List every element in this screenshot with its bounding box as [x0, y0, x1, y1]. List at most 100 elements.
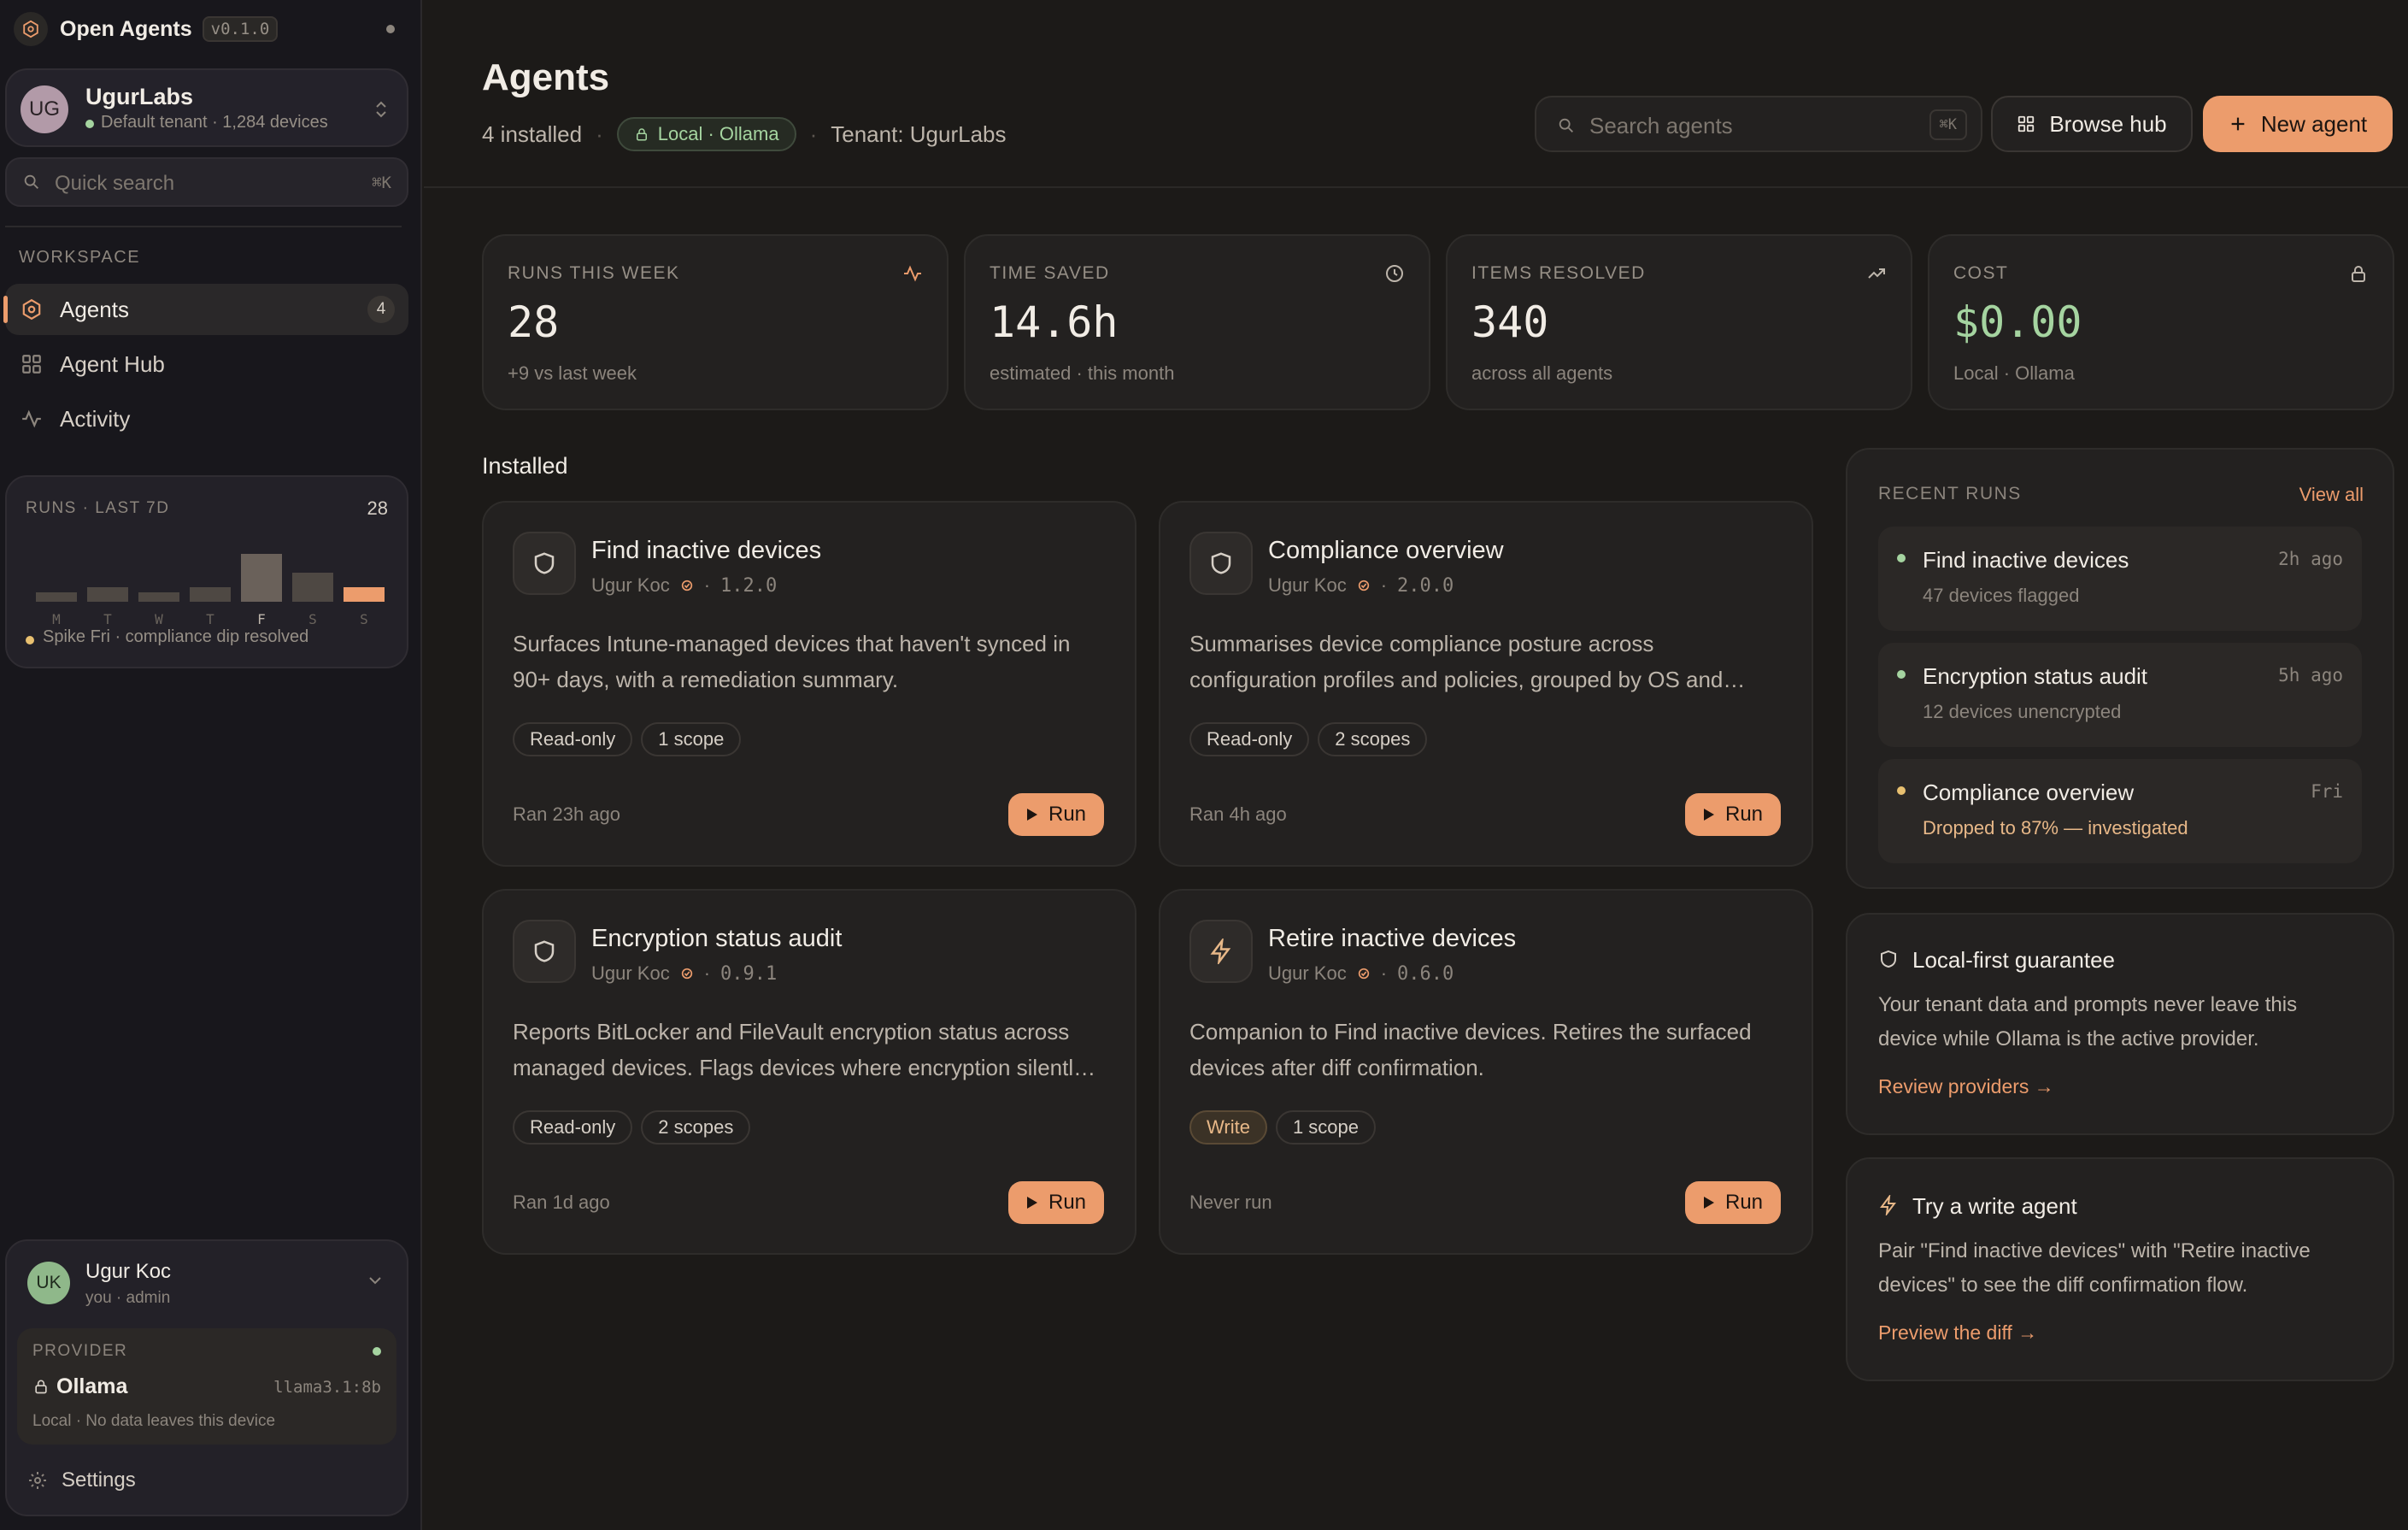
recent-run-item[interactable]: Compliance overview Dropped to 87% — inv…	[1878, 759, 2362, 863]
review-providers-link[interactable]: Review providers →	[1878, 1075, 2054, 1098]
sidebar-item-agents[interactable]: Agents 4	[3, 284, 408, 335]
browse-hub-button[interactable]: Browse hub	[1991, 96, 2193, 152]
preview-diff-link[interactable]: Preview the diff →	[1878, 1321, 2037, 1345]
user-role: you · admin	[85, 1289, 171, 1307]
stat-value: $0.00	[1953, 297, 2082, 347]
workspace-avatar: UG	[21, 85, 68, 133]
tag-scope: 2 scopes	[641, 1110, 751, 1145]
divider	[5, 226, 402, 227]
runs-widget-total: 28	[367, 497, 388, 519]
stat-sub: Local · Ollama	[1953, 362, 2075, 384]
agent-card-encryption[interactable]: Encryption status audit Ugur Koc · 0.9.1…	[482, 889, 1136, 1255]
provider-label: PROVIDER	[32, 1342, 128, 1360]
agent-author: Ugur Koc	[1268, 962, 1347, 984]
search-icon	[22, 173, 41, 191]
agent-last-run: Ran 1d ago	[513, 1192, 610, 1213]
agent-card-retire-inactive[interactable]: Retire inactive devices Ugur Koc · 0.6.0…	[1159, 889, 1813, 1255]
agent-version: 0.6.0	[1397, 962, 1454, 985]
run-title: Compliance overview	[1923, 780, 2135, 805]
runs-day-label: T	[206, 611, 214, 627]
search-icon	[1557, 116, 1576, 135]
user-avatar: UK	[27, 1262, 70, 1304]
user-panel: UK Ugur Koc you · admin PROVIDER Ollama …	[5, 1239, 408, 1516]
lock-icon	[634, 127, 649, 142]
runs-bar	[292, 573, 333, 602]
installed-count: 4 installed	[482, 121, 583, 147]
runs-widget: RUNS · LAST 7D 28 M T W T F S S Spike Fri · co…	[5, 475, 408, 668]
clock-icon	[1384, 263, 1405, 284]
agent-card-find-inactive[interactable]: Find inactive devices Ugur Koc · 1.2.0 S…	[482, 501, 1136, 867]
activity-icon	[21, 408, 43, 430]
settings-button[interactable]: Settings	[27, 1462, 386, 1499]
quick-search[interactable]: Quick search ⌘K	[5, 157, 408, 207]
stat-sub: +9 vs last week	[508, 362, 637, 384]
agent-version: 2.0.0	[1397, 574, 1454, 597]
workspace-subtitle: Default tenant · 1,284 devices	[101, 113, 328, 132]
agent-title: Encryption status audit	[591, 925, 843, 952]
runs-widget-note: Spike Fri · compliance dip resolved	[43, 627, 309, 646]
status-dot	[386, 25, 395, 33]
run-status-dot	[1897, 786, 1906, 795]
grid-icon	[2017, 115, 2035, 133]
plus-icon	[2229, 115, 2247, 133]
search-agents[interactable]: Search agents ⌘K	[1535, 96, 1982, 152]
grid-icon	[21, 353, 43, 375]
settings-label: Settings	[62, 1468, 136, 1492]
agent-tags: Read-only 2 scopes	[1189, 722, 1436, 756]
sidebar-item-label: Agents	[60, 296, 129, 322]
search-shortcut: ⌘K	[1929, 109, 1967, 140]
tag-scope: 2 scopes	[1318, 722, 1428, 756]
provider-card[interactable]: PROVIDER Ollama llama3.1:8b Local · No d…	[17, 1328, 396, 1445]
provider-status-dot	[373, 1347, 381, 1356]
runs-bar	[138, 592, 179, 602]
agent-author: Ugur Koc	[591, 962, 670, 984]
runs-widget-label: RUNS · LAST 7D	[26, 499, 170, 517]
run-time: 5h ago	[2278, 665, 2343, 686]
run-label: Run	[1048, 803, 1087, 826]
chevron-updown-icon	[374, 99, 388, 120]
guarantee-card: Local-first guarantee Your tenant data a…	[1846, 913, 2394, 1135]
active-indicator	[3, 296, 8, 323]
quick-search-shortcut: ⌘K	[372, 174, 391, 192]
recent-run-item[interactable]: Encryption status audit 12 devices unenc…	[1878, 643, 2362, 747]
verified-icon	[680, 967, 694, 980]
agent-card-compliance[interactable]: Compliance overview Ugur Koc · 2.0.0 Sum…	[1159, 501, 1813, 867]
run-button[interactable]: Run	[1008, 793, 1104, 836]
stat-label: ITEMS RESOLVED	[1471, 263, 1646, 283]
app-logo-icon	[14, 12, 48, 46]
verified-icon	[1357, 967, 1371, 980]
sidebar: Open Agents v0.1.0 UG UgurLabs Default t…	[0, 0, 422, 1530]
browse-hub-label: Browse hub	[2049, 110, 2167, 137]
verified-icon	[680, 579, 694, 592]
recent-runs-panel: RECENT RUNS View all Find inactive devic…	[1846, 448, 2394, 889]
provider-name: Ollama	[56, 1374, 128, 1398]
sidebar-item-activity[interactable]: Activity	[5, 393, 408, 444]
workspace-switcher[interactable]: UG UgurLabs Default tenant · 1,284 devic…	[5, 68, 408, 147]
bolt-icon	[1189, 920, 1253, 983]
user-menu[interactable]: UK Ugur Koc you · admin	[7, 1241, 407, 1323]
tag-permission: Read-only	[513, 722, 633, 756]
recent-run-item[interactable]: Find inactive devices 47 devices flagged…	[1878, 527, 2362, 631]
run-label: Run	[1724, 1191, 1764, 1214]
sidebar-item-agent-hub[interactable]: Agent Hub	[5, 338, 408, 390]
agent-version: 1.2.0	[720, 574, 778, 597]
run-summary: Dropped to 87% — investigated	[1923, 817, 2188, 839]
agent-author: Ugur Koc	[1268, 574, 1347, 596]
view-all-link[interactable]: View all	[2299, 484, 2364, 506]
new-agent-label: New agent	[2260, 110, 2368, 137]
run-button[interactable]: Run	[1685, 793, 1781, 836]
new-agent-button[interactable]: New agent	[2203, 96, 2393, 152]
shield-icon	[1878, 949, 1899, 969]
write-agent-title: Try a write agent	[1912, 1193, 2077, 1219]
agent-tags: Read-only 1 scope	[513, 722, 749, 756]
run-button[interactable]: Run	[1685, 1181, 1781, 1224]
tag-scope: 1 scope	[641, 722, 742, 756]
tag-permission-write: Write	[1189, 1110, 1267, 1145]
provider-pill[interactable]: Local · Ollama	[616, 117, 796, 151]
run-button[interactable]: Run	[1008, 1181, 1104, 1224]
agent-last-run: Never run	[1189, 1192, 1272, 1213]
workspace-name: UgurLabs	[85, 84, 194, 109]
user-name: Ugur Koc	[85, 1260, 172, 1283]
hexagon-icon	[21, 298, 43, 321]
runs-day-label: W	[155, 611, 163, 627]
